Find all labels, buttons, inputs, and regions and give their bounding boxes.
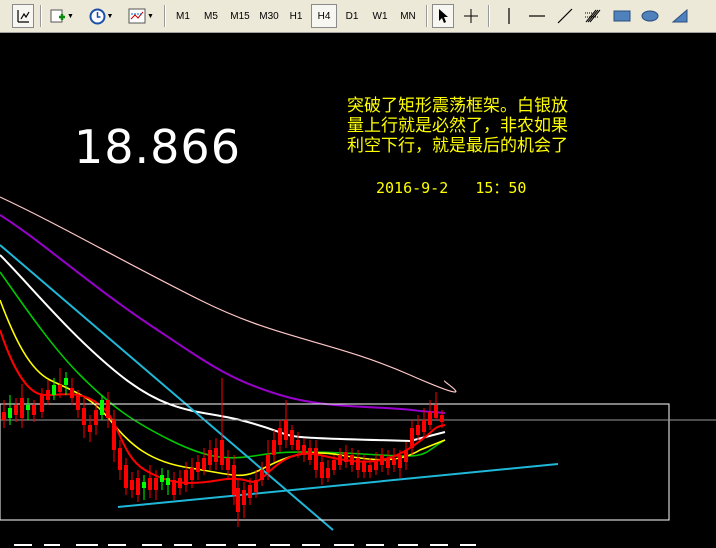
candlestick xyxy=(290,425,294,450)
candlestick xyxy=(338,448,342,470)
candlestick xyxy=(46,380,50,405)
triangle-icon[interactable] xyxy=(668,4,692,28)
candlestick xyxy=(232,455,236,505)
candlestick xyxy=(404,442,408,470)
ellipse-icon[interactable] xyxy=(638,4,662,28)
candlestick xyxy=(308,440,312,465)
candlestick xyxy=(32,400,36,422)
rectangle-icon[interactable] xyxy=(610,4,634,28)
indicators-icon[interactable]: ▼ xyxy=(124,4,158,28)
horizontal-line-icon[interactable] xyxy=(526,4,548,28)
candlestick xyxy=(106,392,110,428)
candlestick xyxy=(326,460,330,482)
time-axis-ticks xyxy=(14,544,476,546)
candlestick xyxy=(64,372,68,395)
chart-toolbar: ▼ ▼ ▼ M1 M5 M15 M30 H1 H4 D1 W1 MN xyxy=(0,0,716,33)
candlestick xyxy=(112,410,116,462)
candlestick xyxy=(350,448,354,472)
candlestick xyxy=(242,482,246,518)
candlestick xyxy=(380,448,384,472)
candlestick xyxy=(20,384,24,428)
candlestick xyxy=(26,398,30,420)
timeframe-m1[interactable]: M1 xyxy=(170,4,196,28)
timeframe-h1[interactable]: H1 xyxy=(283,4,309,28)
candlestick xyxy=(410,420,414,455)
candlestick xyxy=(278,420,282,452)
candlestick xyxy=(172,472,176,500)
candlestick xyxy=(70,378,74,405)
candlestick xyxy=(142,475,146,500)
candlestick xyxy=(272,430,276,462)
annotation-timestamp: 2016-9-2 15：50 xyxy=(376,179,527,197)
new-chart-icon[interactable]: ▼ xyxy=(48,4,76,28)
trendline-icon[interactable] xyxy=(554,4,576,28)
candlestick xyxy=(196,455,200,480)
candlestick xyxy=(314,440,318,478)
candlestick xyxy=(260,462,264,486)
candlestick xyxy=(124,458,128,495)
candlestick xyxy=(14,398,18,422)
candlestick xyxy=(160,468,164,490)
timeframe-m5[interactable]: M5 xyxy=(198,4,224,28)
candlestick xyxy=(344,445,348,468)
candlestick xyxy=(422,408,426,438)
candlestick xyxy=(166,470,170,495)
current-price-label: 18.866 xyxy=(74,120,241,174)
candlestick xyxy=(392,448,396,472)
vertical-line-icon[interactable] xyxy=(498,4,520,28)
candlestick xyxy=(220,378,224,470)
crosshair-icon[interactable] xyxy=(460,4,482,28)
crosshair-tool-icon[interactable] xyxy=(12,4,34,28)
candlestick xyxy=(88,415,92,442)
candlestick xyxy=(100,395,104,420)
candlestick xyxy=(416,415,420,440)
timeframe-mn[interactable]: MN xyxy=(394,4,422,28)
candlestick xyxy=(118,440,122,480)
clock-icon[interactable]: ▼ xyxy=(86,4,116,28)
timeframe-m30[interactable]: M30 xyxy=(255,4,283,28)
analysis-annotation: 突破了矩形震荡框架。白银放 量上行就是必然了，非农如果 利空下行，就是最后的机会… xyxy=(347,96,568,156)
candlestick xyxy=(208,440,212,470)
candlestick xyxy=(178,470,182,495)
candlestick xyxy=(148,465,152,498)
candlestick xyxy=(386,450,390,475)
timeframe-m15[interactable]: M15 xyxy=(226,4,254,28)
fibonacci-icon[interactable] xyxy=(582,4,604,28)
descending-trendline xyxy=(0,244,334,531)
candlestick xyxy=(214,438,218,470)
candlestick xyxy=(136,470,140,502)
candlestick xyxy=(302,438,306,462)
timeframe-d1[interactable]: D1 xyxy=(339,4,365,28)
timeframe-h4[interactable]: H4 xyxy=(311,4,337,28)
cursor-icon[interactable] xyxy=(432,4,454,28)
candlestick xyxy=(40,388,44,418)
candlestick xyxy=(284,400,288,448)
candlestick xyxy=(434,392,438,420)
candlestick xyxy=(94,405,98,435)
candlestick xyxy=(130,472,134,498)
candlestick xyxy=(320,455,324,485)
timeframe-w1[interactable]: W1 xyxy=(367,4,393,28)
